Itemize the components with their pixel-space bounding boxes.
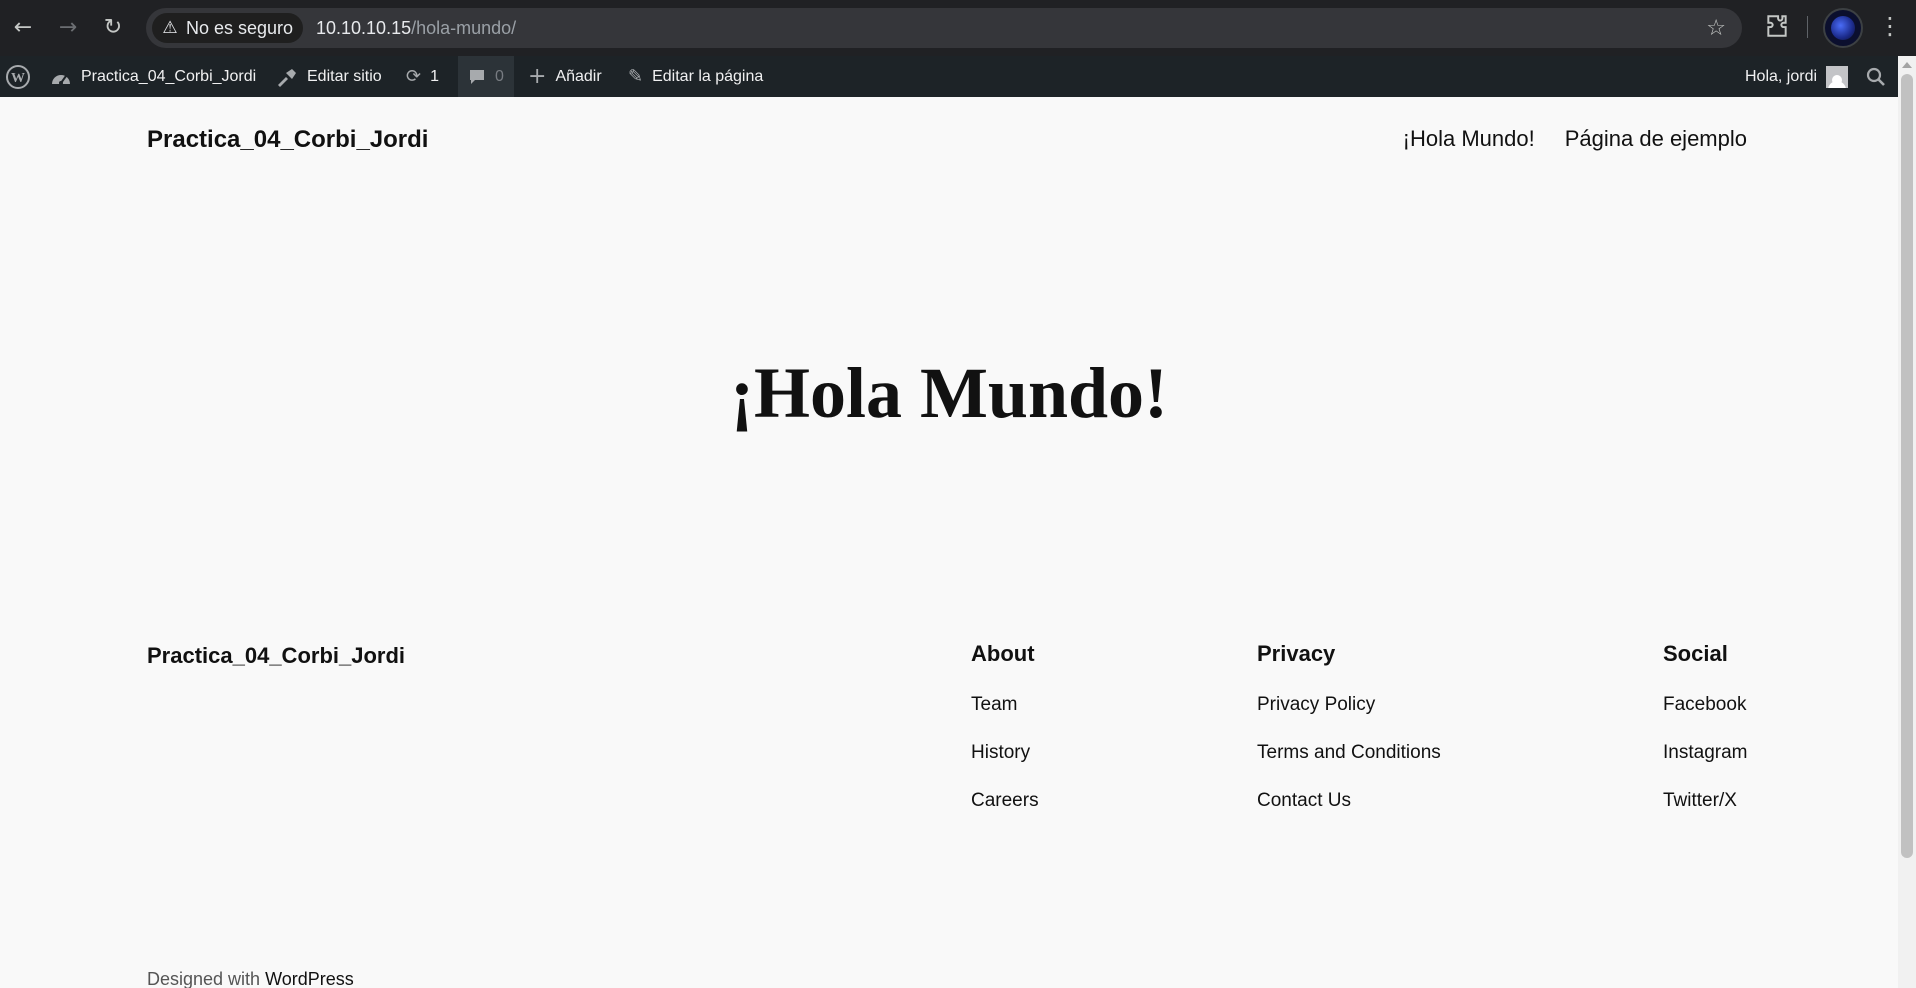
scroll-up-arrow-icon[interactable] bbox=[1902, 62, 1912, 68]
reload-icon[interactable]: ↻ bbox=[98, 12, 128, 42]
post-title: ¡Hola Mundo! bbox=[729, 353, 1169, 433]
search-icon bbox=[1866, 67, 1885, 86]
credit-wordpress-link[interactable]: WordPress bbox=[265, 969, 354, 988]
footer-column-privacy: Privacy Privacy Policy Terms and Conditi… bbox=[1257, 641, 1441, 838]
adminbar-updates[interactable]: ⟳ 1 bbox=[406, 56, 439, 97]
footer-link-instagram[interactable]: Instagram bbox=[1663, 742, 1747, 790]
forward-arrow-icon[interactable]: → bbox=[53, 12, 83, 42]
footer-heading: Social bbox=[1663, 641, 1728, 666]
comment-bubble-icon bbox=[468, 68, 486, 86]
plus-icon: + bbox=[528, 64, 547, 89]
adminbar-greeting: Hola, jordi bbox=[1745, 67, 1818, 85]
page-scrollbar[interactable] bbox=[1898, 56, 1916, 988]
adminbar-edit-site[interactable]: Editar sitio bbox=[276, 56, 382, 97]
footer-heading: Privacy bbox=[1257, 641, 1336, 666]
nav-item-pagina-de-ejemplo[interactable]: Página de ejemplo bbox=[1565, 126, 1747, 152]
footer-heading: About bbox=[971, 641, 1035, 666]
site-navigation: ¡Hola Mundo! Página de ejemplo bbox=[1403, 126, 1747, 152]
footer-link-terms[interactable]: Terms and Conditions bbox=[1257, 742, 1441, 790]
adminbar-comments[interactable]: 0 bbox=[458, 56, 514, 97]
security-label: No es seguro bbox=[186, 17, 294, 38]
adminbar-site-name[interactable]: Practica_04_Corbi_Jordi bbox=[50, 56, 256, 97]
footer-link-history[interactable]: History bbox=[971, 742, 1039, 790]
pencil-icon: ✎ bbox=[628, 66, 644, 87]
url-text[interactable]: 10.10.10.15/hola-mundo/ bbox=[316, 18, 516, 39]
adminbar-edit-site-label: Editar sitio bbox=[307, 67, 382, 85]
dashboard-gauge-icon bbox=[50, 68, 72, 86]
brush-icon bbox=[276, 67, 298, 87]
toolbar-separator bbox=[1807, 16, 1808, 38]
bookmark-star-icon[interactable]: ☆ bbox=[1706, 16, 1726, 41]
svg-text:W: W bbox=[11, 71, 25, 86]
adminbar-add-new-label: Añadir bbox=[555, 67, 602, 85]
footer-link-privacy-policy[interactable]: Privacy Policy bbox=[1257, 694, 1441, 742]
scroll-thumb[interactable] bbox=[1901, 74, 1913, 858]
adminbar-search[interactable] bbox=[1866, 56, 1886, 97]
footer-link-facebook[interactable]: Facebook bbox=[1663, 694, 1747, 742]
url-host: 10.10.10.15 bbox=[316, 18, 412, 38]
profile-avatar[interactable] bbox=[1823, 8, 1863, 48]
adminbar-updates-count: 1 bbox=[430, 67, 439, 85]
security-chip[interactable]: ⚠ No es seguro bbox=[152, 13, 304, 43]
credit-prefix: Designed with bbox=[147, 969, 261, 988]
adminbar-site-name-label: Practica_04_Corbi_Jordi bbox=[81, 67, 257, 85]
extensions-icon[interactable] bbox=[1764, 13, 1790, 39]
user-avatar bbox=[1826, 65, 1849, 88]
footer-site-title[interactable]: Practica_04_Corbi_Jordi bbox=[147, 643, 405, 669]
footer-column-about: About Team History Careers bbox=[971, 641, 1039, 838]
adminbar-comments-count: 0 bbox=[495, 67, 504, 85]
wordpress-logo-icon[interactable]: W bbox=[5, 56, 31, 97]
adminbar-add-new[interactable]: + Añadir bbox=[528, 56, 602, 97]
footer-column-social: Social Facebook Instagram Twitter/X bbox=[1663, 641, 1747, 838]
address-bar[interactable]: ⚠ No es seguro 10.10.10.15/hola-mundo/ ☆ bbox=[146, 8, 1742, 48]
nav-item-hola-mundo[interactable]: ¡Hola Mundo! bbox=[1403, 126, 1535, 152]
footer-link-twitter[interactable]: Twitter/X bbox=[1663, 790, 1747, 838]
footer-link-careers[interactable]: Careers bbox=[971, 790, 1039, 838]
adminbar-account[interactable]: Hola, jordi bbox=[1745, 56, 1849, 97]
footer-link-team[interactable]: Team bbox=[971, 694, 1039, 742]
updates-icon: ⟳ bbox=[406, 66, 422, 87]
footer-link-contact[interactable]: Contact Us bbox=[1257, 790, 1441, 838]
browser-toolbar: ← → ↻ ⚠ No es seguro 10.10.10.15/hola-mu… bbox=[0, 0, 1916, 56]
back-arrow-icon[interactable]: ← bbox=[8, 12, 38, 42]
adminbar-edit-page-label: Editar la página bbox=[652, 67, 764, 85]
footer-credit: Designed with WordPress bbox=[147, 969, 354, 988]
wp-admin-bar: W Practica_04_Corbi_Jordi Editar sitio ⟳… bbox=[0, 56, 1898, 97]
browser-menu-icon[interactable]: ⋮ bbox=[1878, 12, 1902, 40]
warning-icon: ⚠ bbox=[162, 18, 178, 38]
adminbar-edit-page[interactable]: ✎ Editar la página bbox=[628, 56, 763, 97]
url-path: /hola-mundo/ bbox=[411, 18, 517, 38]
site-title[interactable]: Practica_04_Corbi_Jordi bbox=[147, 126, 428, 154]
